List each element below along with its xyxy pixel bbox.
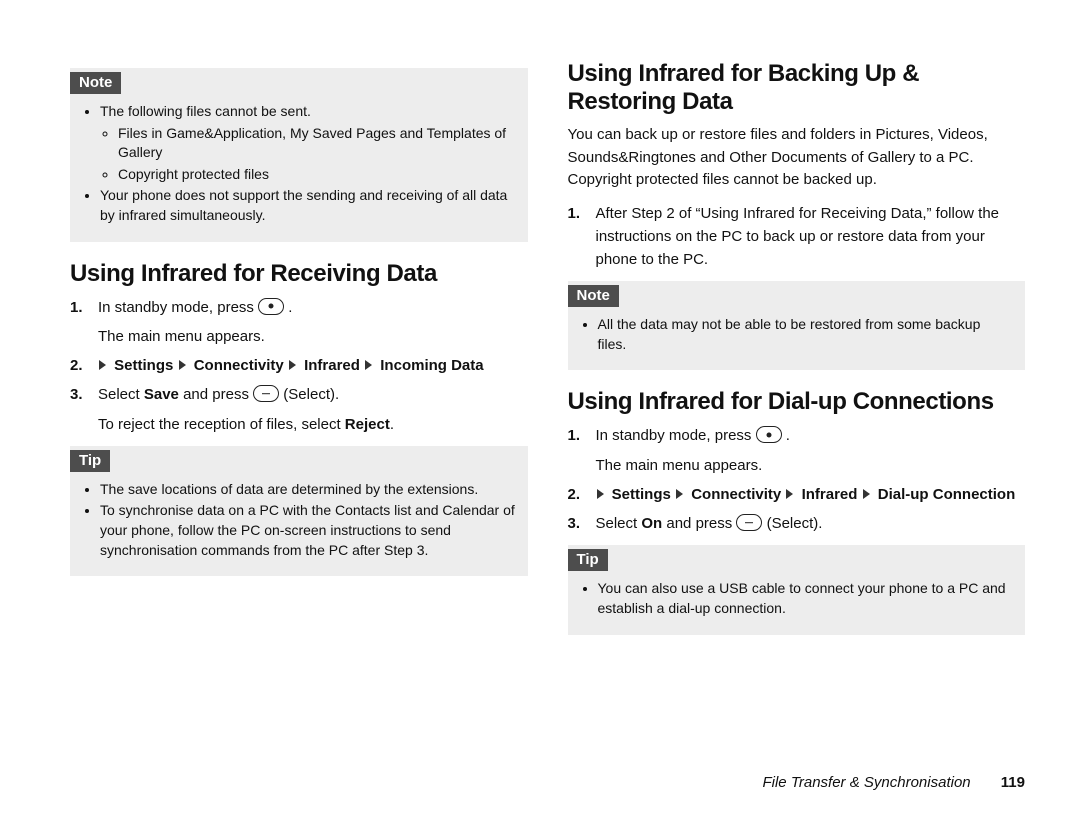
nav-arrow-icon <box>863 489 870 499</box>
nav-segment: Connectivity <box>194 357 284 374</box>
nav-segment: Incoming Data <box>380 357 483 374</box>
step-text: Select <box>596 515 642 532</box>
step-text: and press <box>662 515 736 532</box>
heading-dialup: Using Infrared for Dial-up Connections <box>568 388 1026 416</box>
note-item: All the data may not be able to be resto… <box>598 315 1014 354</box>
note-box: Note All the data may not be able to be … <box>568 281 1026 370</box>
nav-arrow-icon <box>179 360 186 370</box>
nav-segment: Settings <box>612 486 671 503</box>
step-bold: On <box>641 515 662 532</box>
right-column: Using Infrared for Backing Up & Restorin… <box>568 60 1026 653</box>
tip-box: Tip The save locations of data are deter… <box>70 446 528 576</box>
step-item: Settings Connectivity Infrared Incoming … <box>70 354 528 377</box>
tip-item: To synchronise data on a PC with the Con… <box>100 501 516 560</box>
nav-segment: Connectivity <box>691 486 781 503</box>
tip-list: The save locations of data are determine… <box>82 480 516 560</box>
nav-arrow-icon <box>99 360 106 370</box>
paragraph-backup: You can back up or restore files and fol… <box>568 124 1026 192</box>
nav-arrow-icon <box>597 489 604 499</box>
nav-segment: Infrared <box>304 357 360 374</box>
step-item: In standby mode, press . The main menu a… <box>70 296 528 349</box>
nav-arrow-icon <box>289 360 296 370</box>
nav-arrow-icon <box>786 489 793 499</box>
step-text: In standby mode, press <box>98 299 258 316</box>
step-text: . <box>390 416 394 433</box>
step-text: and press <box>179 386 253 403</box>
step-bold: Reject <box>345 416 390 433</box>
manual-page: Note The following files cannot be sent.… <box>0 0 1080 831</box>
softkey-icon <box>253 385 279 402</box>
step-text: . <box>786 427 790 444</box>
tip-label: Tip <box>70 450 110 472</box>
heading-receiving: Using Infrared for Receiving Data <box>70 260 528 288</box>
tip-box: Tip You can also use a USB cable to conn… <box>568 545 1026 634</box>
nav-segment: Dial-up Connection <box>878 486 1016 503</box>
note-subitem: Copyright protected files <box>118 165 516 185</box>
step-text: (Select). <box>767 515 823 532</box>
center-key-icon <box>258 298 284 315</box>
center-key-icon <box>756 426 782 443</box>
nav-segment: Infrared <box>802 486 858 503</box>
softkey-icon <box>736 514 762 531</box>
step-bold: Save <box>144 386 179 403</box>
steps-dialup: In standby mode, press . The main menu a… <box>568 424 1026 535</box>
note-item: The following files cannot be sent. <box>100 102 516 122</box>
note-list: The following files cannot be sent. File… <box>82 102 516 226</box>
note-label: Note <box>70 72 121 94</box>
step-item: Select On and press (Select). <box>568 512 1026 535</box>
tip-label: Tip <box>568 549 608 571</box>
heading-backup: Using Infrared for Backing Up & Restorin… <box>568 60 1026 116</box>
two-column-layout: Note The following files cannot be sent.… <box>70 60 1025 653</box>
step-subtext: To reject the reception of files, select… <box>98 413 528 436</box>
step-item: Settings Connectivity Infrared Dial-up C… <box>568 483 1026 506</box>
note-sublist: Files in Game&Application, My Saved Page… <box>100 124 516 185</box>
tip-list: You can also use a USB cable to connect … <box>580 579 1014 618</box>
step-subtext: The main menu appears. <box>596 454 1026 477</box>
tip-item: The save locations of data are determine… <box>100 480 516 500</box>
nav-arrow-icon <box>676 489 683 499</box>
steps-backup: After Step 2 of “Using Infrared for Rece… <box>568 202 1026 272</box>
step-text: . <box>288 299 292 316</box>
nav-arrow-icon <box>365 360 372 370</box>
step-text: To reject the reception of files, select <box>98 416 345 433</box>
step-item: In standby mode, press . The main menu a… <box>568 424 1026 477</box>
note-list: All the data may not be able to be resto… <box>580 315 1014 354</box>
note-subitem: Files in Game&Application, My Saved Page… <box>118 124 516 163</box>
left-column: Note The following files cannot be sent.… <box>70 60 528 653</box>
note-item: Your phone does not support the sending … <box>100 186 516 225</box>
note-box: Note The following files cannot be sent.… <box>70 68 528 242</box>
step-text: Select <box>98 386 144 403</box>
steps-receiving: In standby mode, press . The main menu a… <box>70 296 528 436</box>
step-text: (Select). <box>283 386 339 403</box>
step-subtext: The main menu appears. <box>98 325 528 348</box>
step-item: After Step 2 of “Using Infrared for Rece… <box>568 202 1026 272</box>
page-number: 119 <box>1001 774 1025 791</box>
tip-item: You can also use a USB cable to connect … <box>598 579 1014 618</box>
footer-section-title: File Transfer & Synchronisation <box>762 774 970 791</box>
step-text: In standby mode, press <box>596 427 756 444</box>
nav-segment: Settings <box>114 357 173 374</box>
note-label: Note <box>568 285 619 307</box>
page-footer: File Transfer & Synchronisation 119 <box>762 774 1025 791</box>
step-item: Select Save and press (Select). To rejec… <box>70 383 528 436</box>
